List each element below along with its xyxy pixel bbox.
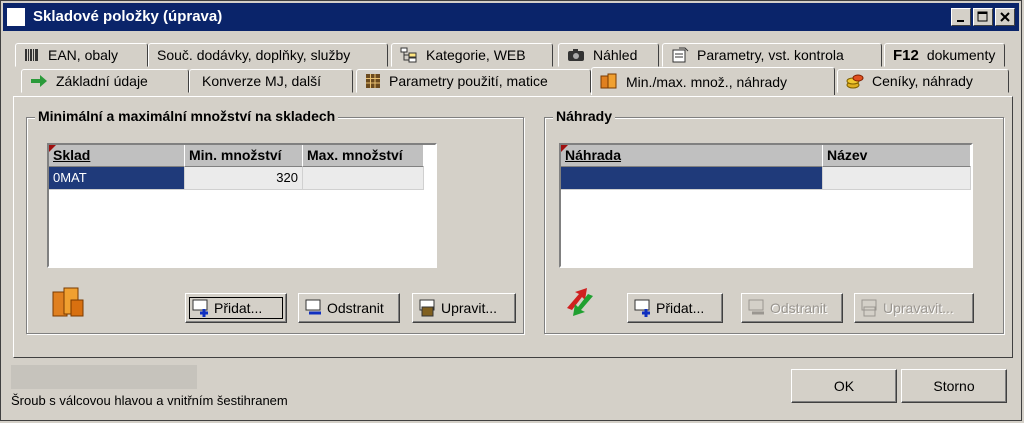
nahrady-add-button[interactable]: Přidat... (627, 293, 723, 323)
nahrady-group-title: Náhrady (553, 108, 616, 124)
nahrady-edit-label: Upravavit... (883, 300, 954, 316)
boxes-icon (600, 73, 618, 91)
column-header-min[interactable]: Min. množství (185, 145, 303, 167)
edit-row-icon (861, 299, 879, 317)
tab-label: Parametry použití, matice (389, 73, 548, 89)
tab-ceniky-nahrady[interactable]: Ceníky, náhrady (837, 69, 1009, 93)
column-header-sklad[interactable]: Sklad (49, 145, 185, 167)
edit-button-label: Upravit... (441, 300, 498, 316)
dialog-window: Skladové položky (úprava) EAN, obaly Sou… (0, 0, 1022, 421)
add-row-icon (634, 299, 652, 317)
cell-max[interactable] (303, 167, 424, 190)
replace-arrows-icon (563, 286, 597, 321)
cell-min[interactable]: 320 (185, 167, 303, 190)
ok-button[interactable]: OK (791, 369, 897, 403)
minimize-button[interactable] (951, 8, 971, 26)
green-arrow-icon (30, 74, 48, 88)
f12-icon: F12 (893, 46, 919, 64)
tab-panel-min-max: Minimální a maximální množství na sklade… (13, 96, 1013, 358)
cancel-button[interactable]: Storno (901, 369, 1007, 403)
warehouse-boxes-icon (51, 284, 87, 323)
tab-label: Konverze MJ, další (202, 73, 322, 89)
camera-icon (567, 48, 585, 62)
matrix-icon (365, 73, 381, 89)
status-color-box (11, 365, 197, 389)
nahrady-grid[interactable]: Náhrada Název (559, 143, 973, 268)
title-bar: Skladové položky (úprava) (3, 3, 1019, 31)
minmax-group: Minimální a maximální množství na sklade… (26, 108, 524, 334)
minmax-group-title: Minimální a maximální množství na sklade… (35, 108, 339, 124)
nahrady-remove-label: Odstranit (770, 300, 827, 316)
tab-label: dokumenty (926, 47, 996, 63)
item-description: Šroub s válcovou hlavou a vnitřním šesti… (11, 393, 288, 408)
tab-parametry-vst-kontrola[interactable]: Parametry, vst. kontrola (662, 43, 882, 67)
window-title: Skladové položky (úprava) (33, 8, 223, 25)
close-button[interactable] (995, 8, 1015, 26)
tab-souc-dodavky[interactable]: Souč. dodávky, doplňky, služby (148, 43, 388, 67)
nahrady-remove-button[interactable]: Odstranit (741, 293, 843, 323)
remove-button[interactable]: Odstranit (298, 293, 400, 323)
add-row-icon (192, 299, 210, 317)
minmax-grid[interactable]: Sklad Min. množství Max. množství 0MAT 3… (47, 143, 437, 268)
remove-row-icon (748, 299, 766, 317)
tab-label: EAN, obaly (48, 47, 119, 63)
table-row[interactable] (561, 167, 971, 190)
nahrady-add-label: Přidat... (656, 300, 705, 316)
column-header-nahrada[interactable]: Náhrada (561, 145, 823, 167)
maximize-button[interactable] (973, 8, 993, 26)
tab-label: Kategorie, WEB (426, 47, 526, 63)
column-header-nazev[interactable]: Název (823, 145, 971, 167)
tab-dokumenty[interactable]: F12 dokumenty (884, 43, 1005, 67)
category-tree-icon (400, 47, 418, 63)
tab-label: Parametry, vst. kontrola (697, 47, 844, 63)
tab-kategorie-web[interactable]: Kategorie, WEB (391, 43, 553, 67)
tab-label: Souč. dodávky, doplňky, služby (157, 47, 351, 63)
edit-row-icon (419, 299, 437, 317)
tab-zakladni-udaje[interactable]: Základní údaje (21, 69, 189, 93)
column-header-max[interactable]: Max. množství (303, 145, 424, 167)
tab-konverze-mj[interactable]: Konverze MJ, další (189, 69, 353, 93)
parameters-icon (671, 47, 689, 63)
tab-label: Náhled (593, 47, 638, 63)
barcode-icon (24, 48, 40, 62)
tab-label: Min./max. množ., náhrady (626, 73, 788, 90)
nahrady-edit-button[interactable]: Upravavit... (854, 293, 974, 323)
tab-parametry-pouziti[interactable]: Parametry použití, matice (356, 69, 591, 93)
grid-header: Sklad Min. množství Max. množství (49, 145, 424, 167)
add-button-label: Přidat... (214, 300, 263, 316)
tab-min-max[interactable]: Min./max. množ., náhrady (591, 67, 835, 95)
edit-button[interactable]: Upravit... (412, 293, 516, 323)
cell-nazev[interactable] (823, 167, 971, 190)
app-icon (7, 8, 25, 26)
nahrady-group: Náhrady Náhrada Název Přidat... Odstrani… (544, 108, 1004, 334)
remove-button-label: Odstranit (327, 300, 384, 316)
cell-nahrada[interactable] (561, 167, 823, 190)
grid-header: Náhrada Název (561, 145, 971, 167)
remove-row-icon (305, 299, 323, 317)
tab-ean-obaly[interactable]: EAN, obaly (15, 43, 148, 67)
price-coins-icon (846, 73, 864, 89)
add-button[interactable]: Přidat... (185, 293, 287, 323)
tab-label: Ceníky, náhrady (872, 73, 973, 89)
table-row[interactable]: 0MAT 320 (49, 167, 424, 190)
tab-label: Základní údaje (56, 73, 148, 89)
cell-sklad[interactable]: 0MAT (49, 167, 185, 190)
tab-nahled[interactable]: Náhled (558, 43, 659, 67)
